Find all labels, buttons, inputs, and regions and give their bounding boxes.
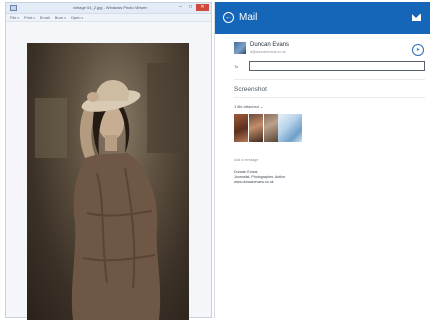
send-icon[interactable]: ➤ [412, 44, 424, 56]
menu-print[interactable]: Print▾ [24, 15, 35, 20]
photo-viewer-titlebar: vintage 04_2.jpg - Windows Photo Viewer … [6, 3, 211, 14]
back-arrow-icon[interactable]: ← [223, 12, 234, 23]
sender-name: Duncan Evans [250, 42, 290, 48]
subject-field[interactable]: Screenshot [234, 86, 267, 93]
photo-viewer-title: vintage 04_2.jpg - Windows Photo Viewer [73, 5, 147, 10]
photo-viewer-menubar: File▾ Print▾ Email Burn▾ Open▾ [6, 14, 211, 22]
minimize-button[interactable]: – [176, 4, 185, 11]
to-label: To [234, 64, 239, 69]
maximize-button[interactable]: □ [186, 4, 195, 11]
photo-viewer-app-icon [10, 5, 17, 11]
avatar [234, 42, 246, 54]
mail-header: ← Mail [215, 2, 430, 34]
signature-role: Journalist, Photographer, Author [234, 175, 286, 179]
menu-email[interactable]: Email [40, 15, 50, 20]
signature-website: www.duncanevans.co.uk [234, 180, 274, 184]
chevron-down-icon: ▾ [33, 16, 35, 20]
menu-burn[interactable]: Burn▾ [55, 15, 66, 20]
close-button[interactable]: ✕ [196, 4, 209, 11]
signature-name: Duncan Evans [234, 170, 258, 174]
mail-title: Mail [239, 12, 258, 23]
attachment-thumbnail[interactable] [234, 114, 248, 142]
to-field[interactable] [249, 61, 425, 71]
chevron-down-icon: ▾ [81, 16, 84, 20]
vintage-photo [27, 43, 189, 320]
mail-pane: ← Mail Duncan Evans d@duncanevans.co.uk … [214, 2, 430, 318]
photo-viewer-window: vintage 04_2.jpg - Windows Photo Viewer … [5, 2, 212, 320]
menu-file[interactable]: File▾ [10, 15, 19, 20]
envelope-icon[interactable] [412, 14, 421, 21]
vintage-photo-art [35, 63, 183, 320]
divider [234, 97, 425, 98]
window-controls: – □ ✕ [176, 4, 209, 11]
sender-email: d@duncanevans.co.uk [250, 50, 286, 54]
chevron-down-icon: ▾ [17, 16, 19, 20]
attachment-thumbnail[interactable] [264, 114, 278, 142]
chevron-down-icon: ▾ [64, 16, 66, 20]
divider [234, 79, 425, 80]
attachment-thumbnail[interactable] [278, 114, 302, 142]
attachment-thumbnail[interactable] [249, 114, 263, 142]
menu-open[interactable]: Open▾ [71, 15, 83, 20]
files-attached-toggle[interactable]: 1 file attached ⌄ [234, 104, 263, 109]
message-body-input[interactable]: Add a message [234, 158, 258, 162]
